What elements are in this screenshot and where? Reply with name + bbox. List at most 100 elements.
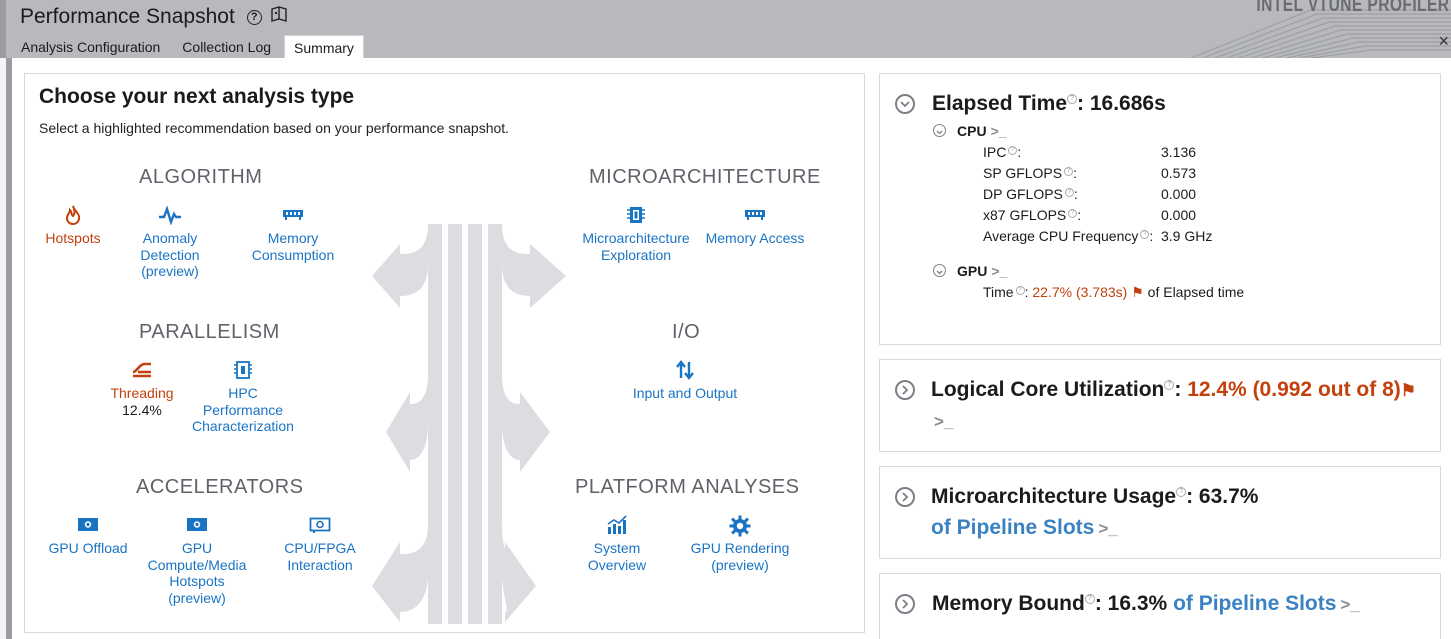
memory-chip-icon [243,205,343,227]
gpu-time-suffix: of Elapsed time [1147,284,1245,300]
logical-core-label: Logical Core Utilization [931,378,1165,401]
gpu-label: GPU [957,263,988,279]
metric-name: SP GFLOPS [983,165,1063,181]
chevron-down-icon [936,130,943,135]
help-icon[interactable]: ? [1015,286,1025,295]
tab-bar: Analysis Configuration Collection Log Su… [12,35,368,58]
pulse-icon [125,205,215,227]
collapse-elapsed-button[interactable] [895,94,915,114]
terminal-prompt-icon[interactable]: >_ [991,263,1007,279]
metric-x87-gflops-label: x87 GFLOPS?: [983,207,1082,223]
help-icon[interactable]: ? [1064,167,1074,176]
analysis-threading[interactable]: Threading 12.4% [103,360,181,418]
analysis-memory-consumption[interactable]: Memory Consumption [243,205,343,263]
analysis-gpu-offload[interactable]: GPU Offload [41,515,135,557]
hpc-label-2: Performance [202,401,284,418]
memory-bound-metric: Memory Bound?: 16.3% of Pipeline Slots >_ [932,592,1360,615]
hotspots-label: Hotspots [45,230,101,246]
warning-flag-icon: ⚑ [1400,381,1417,400]
warning-flag-icon: ⚑ [1131,284,1144,300]
analysis-microarchitecture-exploration[interactable]: Microarchitecture Exploration [576,205,696,263]
help-icon[interactable]: ? [1008,146,1018,155]
category-algorithm: ALGORITHM [139,166,263,188]
hpc-label-3: Characterization [192,418,294,434]
tab-summary[interactable]: Summary [284,35,364,58]
metric-avg-cpu-frequency-value: 3.9 GHz [1161,228,1213,244]
flow-arrows-graphic [372,224,566,624]
uarch-usage-suffix-row: of Pipeline Slots >_ [931,516,1118,540]
help-icon[interactable]: ? [1176,487,1187,497]
terminal-prompt-icon[interactable]: >_ [1340,595,1359,614]
anomaly-label-2: Detection [140,246,200,263]
category-io: I/O [672,321,701,343]
threads-icon [103,360,181,382]
microarchitecture-usage-panel: Microarchitecture Usage?: 63.7% of Pipel… [879,466,1441,559]
elapsed-time-label: Elapsed Time [932,92,1068,115]
help-icon[interactable]: ? [1067,94,1078,104]
chevron-right-icon [902,599,909,609]
analysis-hotspots[interactable]: Hotspots [35,205,111,247]
threading-value: 12.4% [122,401,162,418]
cpu-fpga-label-2: Interaction [287,556,353,573]
analysis-memory-access[interactable]: Memory Access [701,205,809,247]
analysis-gpu-rendering[interactable]: GPU Rendering (preview) [681,515,799,573]
help-icon[interactable]: ? [1084,594,1095,604]
help-icon[interactable]: ? [1068,209,1078,218]
chevron-down-icon [936,270,943,275]
close-icon[interactable]: × [1438,31,1449,52]
analysis-input-output[interactable]: Input and Output [625,360,745,402]
analysis-cpu-fpga[interactable]: CPU/FPGA Interaction [271,515,369,573]
expand-memory-bound-button[interactable] [895,594,915,614]
analysis-hpc-performance[interactable]: HPC Performance Characterization [185,360,301,435]
collapse-gpu-button[interactable] [933,264,946,277]
metric-x87-gflops-value: 0.000 [1161,207,1197,223]
analysis-gpu-compute-media[interactable]: GPU Compute/Media Hotspots (preview) [141,515,253,606]
chevron-right-icon [902,492,909,502]
metric-name: Average CPU Frequency [983,228,1139,244]
category-parallelism: PARALLELISM [139,321,280,343]
help-icon[interactable]: ? [246,9,262,25]
gpu-compute-label-1: GPU [181,540,213,556]
analysis-system-overview[interactable]: System Overview [571,515,663,573]
tab-collection-log[interactable]: Collection Log [173,35,280,58]
hpc-label-1: HPC [228,385,258,401]
gpu-rendering-label-2: (preview) [711,556,769,573]
memory-consumption-label-1: Memory [267,230,319,246]
logical-core-metric: Logical Core Utilization?: 12.4% (0.992 … [931,378,1417,401]
category-accelerators: ACCELERATORS [136,476,304,498]
cpu-label: CPU [957,123,987,139]
tab-analysis-configuration[interactable]: Analysis Configuration [12,35,169,58]
system-overview-label-2: Overview [587,556,647,573]
gpu-compute-label-3: Hotspots [169,573,225,589]
chevron-down-icon [900,101,910,108]
uarch-usage-metric: Microarchitecture Usage?: 63.7% [931,485,1259,508]
anomaly-label-1: Anomaly [142,230,198,246]
uarch-label-1: Microarchitecture [582,230,690,246]
cpu-section: CPU >_ [957,123,1007,139]
gpu-section: GPU >_ [957,263,1007,279]
category-platform-analyses: PLATFORM ANALYSES [575,476,800,498]
help-icon[interactable]: ? [1164,380,1175,390]
help-icon[interactable]: ? [1140,230,1150,239]
system-overview-label-1: System [593,540,641,556]
documentation-icon[interactable] [270,5,288,29]
terminal-prompt-icon[interactable]: >_ [934,412,953,432]
chooser-subtitle: Select a highlighted recommendation base… [39,120,510,136]
gpu-card-icon [41,515,135,537]
metric-name: DP GFLOPS [983,186,1063,202]
help-icon[interactable]: ? [1064,188,1074,197]
expand-logical-core-button[interactable] [895,380,915,400]
updown-arrows-icon [625,360,745,382]
gpu-time-label: Time [983,284,1014,300]
metric-sp-gflops-label: SP GFLOPS?: [983,165,1077,181]
chevron-right-icon [902,385,909,395]
page-title: Performance Snapshot ? [20,5,288,29]
collapse-cpu-button[interactable] [933,124,946,137]
analysis-anomaly-detection[interactable]: Anomaly Detection (preview) [125,205,215,280]
terminal-prompt-icon[interactable]: >_ [991,123,1007,139]
metric-dp-gflops-label: DP GFLOPS?: [983,186,1078,202]
expand-uarch-usage-button[interactable] [895,487,915,507]
elapsed-time-metric: Elapsed Time?: 16.686s [932,92,1166,115]
terminal-prompt-icon[interactable]: >_ [1098,519,1117,538]
memory-bound-panel: Memory Bound?: 16.3% of Pipeline Slots >_ [879,573,1441,639]
